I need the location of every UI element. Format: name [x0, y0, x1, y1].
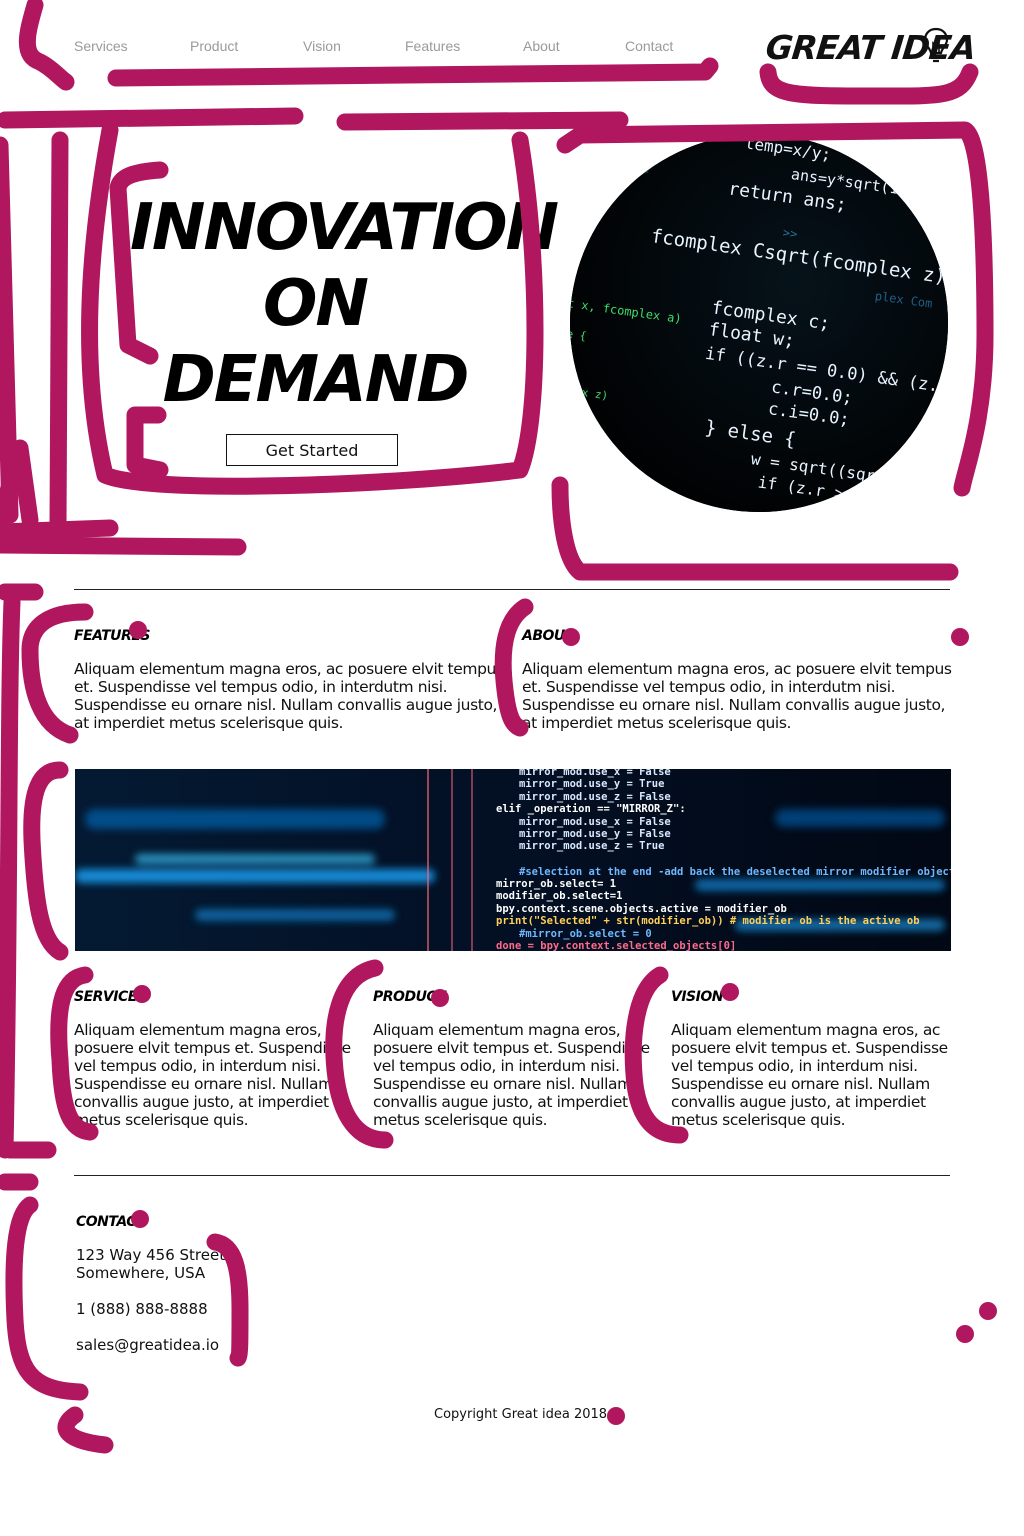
nav-link-services[interactable]: Services: [74, 38, 128, 54]
nav-link-product[interactable]: Product: [190, 38, 238, 54]
marker-stroke: [107, 57, 719, 87]
get-started-button[interactable]: Get Started: [226, 434, 398, 466]
marker-dot: [607, 1407, 625, 1425]
banner-code-line: mirror_mod.use_x = False: [519, 816, 671, 828]
banner-graphic: mirror_mod.use_x = False mirror_mod.use_…: [75, 769, 951, 951]
marker-stroke: [0, 536, 247, 556]
nav-link-about[interactable]: About: [523, 38, 560, 54]
hero-title-line: INNOVATION: [130, 191, 559, 265]
marker-dot: [951, 628, 969, 646]
banner-code-line: bpy.context.scene.objects.active = modif…: [496, 903, 787, 915]
banner-code-line: #selection at the end -add back the dese…: [519, 866, 951, 878]
hero-title-line: ON: [263, 267, 369, 341]
services-text: Aliquam elementum magna eros, ac posuere…: [74, 1021, 351, 1129]
marker-stroke: [336, 111, 629, 131]
marker-stroke: [0, 107, 304, 129]
banner-code-line: done = bpy.context.selected_objects[0]: [496, 940, 736, 951]
banner-code-line: mirror_mod.use_z = True: [519, 840, 664, 852]
section-divider: [74, 1175, 950, 1176]
banner-code-line: elif _operation == "MIRROR_Z":: [496, 803, 686, 815]
vision-heading: VISION: [671, 989, 723, 1005]
banner-code-line: modifier_ob.select=1: [496, 890, 622, 902]
services-heading: SERVICES: [74, 989, 147, 1005]
hero-title: INNOVATION ON DEMAND: [130, 190, 559, 418]
lightbulb-icon: [923, 27, 949, 63]
banner-code-line: mirror_ob.select= 1: [496, 878, 616, 890]
banner-code-line: mirror_mod.use_y = False: [519, 828, 671, 840]
nav-link-contact[interactable]: Contact: [625, 38, 673, 54]
banner-code-line: #mirror_ob.select = 0: [519, 928, 652, 940]
contact-address-line1: 123 Way 456 Street: [76, 1246, 226, 1264]
marker-stroke: [0, 519, 119, 541]
about-text: Aliquam elementum magna eros, ac posuere…: [522, 660, 952, 732]
hero-title-line: DEMAND: [162, 343, 470, 417]
marker-stroke: [0, 136, 19, 524]
code-banner-image: mirror_mod.use_x = False mirror_mod.use_…: [75, 769, 951, 951]
marker-stroke: [23, 761, 69, 961]
nav-link-vision[interactable]: Vision: [303, 38, 341, 54]
svg-text:sqrt((sqrt(z.r*: sqrt((sqrt(z.r*: [570, 153, 650, 180]
contact-email[interactable]: sales@greatidea.io: [76, 1336, 219, 1354]
product-text: Aliquam elementum magna eros, ac posuere…: [373, 1021, 650, 1129]
banner-code-line: mirror_mod.use_x = False: [519, 769, 671, 778]
contact-phone[interactable]: 1 (888) 888-8888: [76, 1300, 208, 1318]
nav-link-features[interactable]: Features: [405, 38, 460, 54]
banner-code-line: print("Selected" + str(modifier_ob)) # m…: [496, 915, 920, 927]
marker-dot: [721, 983, 739, 1001]
footer-copyright: Copyright Great idea 2018: [434, 1407, 608, 1422]
svg-text:float: float: [793, 510, 831, 512]
section-divider: [74, 589, 950, 590]
code-circle-image: cplx complex cplx complex sqrt((sqrt(z.r…: [570, 134, 948, 512]
features-text: Aliquam elementum magna eros, ac posuere…: [74, 660, 504, 732]
marker-dot: [956, 1325, 974, 1343]
contact-heading: CONTACT: [76, 1214, 146, 1230]
contact-address-line2: Somewhere, USA: [76, 1264, 206, 1282]
marker-stroke: [759, 63, 979, 105]
marker-stroke: [5, 1196, 89, 1401]
svg-text:>>: >>: [782, 225, 798, 241]
about-heading: ABOUT: [522, 628, 574, 644]
marker-stroke: [18, 0, 75, 91]
banner-code-line: mirror_mod.use_z = False: [519, 791, 671, 803]
code-screen-graphic: cplx complex cplx complex sqrt((sqrt(z.r…: [570, 134, 948, 512]
marker-stroke: [126, 406, 169, 479]
marker-stroke: [0, 593, 21, 1159]
marker-dot: [979, 1302, 997, 1320]
marker-stroke: [57, 1406, 114, 1454]
product-heading: PRODUCT: [373, 989, 446, 1005]
banner-code-line: mirror_mod.use_y = True: [519, 778, 664, 790]
vision-text: Aliquam elementum magna eros, ac posuere…: [671, 1021, 948, 1129]
marker-stroke: [49, 131, 69, 534]
features-heading: FEATURES: [74, 628, 150, 644]
svg-text:else {: else {: [570, 213, 596, 233]
marker-stroke: [0, 439, 39, 529]
